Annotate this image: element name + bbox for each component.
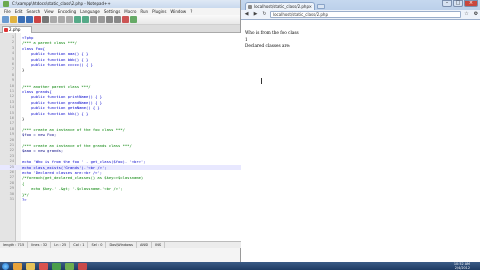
menu-encoding[interactable]: Encoding (56, 8, 78, 15)
notepadpp-icon (3, 1, 9, 7)
back-arrow-icon[interactable]: ◀ (243, 11, 250, 18)
status-col: Col : 1 (70, 242, 89, 248)
status-eol: Dos\Windows (106, 242, 137, 248)
unsaved-icon (4, 28, 8, 32)
new-tab-button[interactable] (317, 4, 325, 9)
code-editor[interactable]: 1 <?php 2/*** a parent class ***/3 class Fo… (0, 33, 241, 241)
start-button[interactable] (2, 262, 9, 270)
menu-bar: File Edit Search View Encoding Language … (0, 8, 240, 15)
output-line-1: Who is from the foo class (245, 30, 299, 35)
tab-label: 2.php (9, 27, 21, 32)
close-tab-icon[interactable]: × (309, 3, 312, 10)
notepadpp-taskbar-icon[interactable] (65, 262, 74, 270)
status-line: Ln : 25 (51, 242, 71, 248)
system-clock[interactable]: 10:52 AM 2/4/2012 (454, 262, 470, 270)
notepadpp-window: C:\xampp\htdocs\static_class\2.php - Not… (0, 0, 241, 262)
text-cursor-icon (261, 78, 263, 84)
browser-toolbar: ◀ ▶ ↻ localhost/static_class/2.php ☆ ⚙ (241, 10, 480, 20)
star-icon[interactable]: ☆ (463, 11, 470, 18)
paste-icon[interactable] (66, 16, 73, 23)
address-bar[interactable]: localhost/static_class/2.php (270, 11, 461, 18)
npp-title-bar: C:\xampp\htdocs\static_class\2.php - Not… (0, 0, 240, 8)
undo-icon[interactable] (74, 16, 81, 23)
npp-title-text: C:\xampp\htdocs\static_class\2.php - Not… (12, 1, 111, 6)
npp-status-bar: length : 715 lines : 32 Ln : 25 Col : 1 … (0, 241, 241, 248)
open-file-icon[interactable] (10, 16, 17, 23)
close-file-icon[interactable] (34, 16, 41, 23)
menu-macro[interactable]: Macro (122, 8, 138, 15)
menu-plugins[interactable]: Plugins (150, 8, 168, 15)
menu-file[interactable]: File (2, 8, 13, 15)
browser-tab[interactable]: localhost/static_class/2.php × (245, 2, 315, 10)
menu-view[interactable]: View (42, 8, 56, 15)
code-text: ?> (22, 197, 27, 202)
status-mode: INS (152, 242, 166, 248)
minimize-button[interactable]: – (442, 0, 452, 7)
npp-tab-bar: 2.php (0, 25, 240, 33)
cut-icon[interactable] (50, 16, 57, 23)
menu-run[interactable]: Run (138, 8, 150, 15)
line-number: 31 (9, 197, 14, 201)
new-file-icon[interactable] (2, 16, 9, 23)
code-line[interactable]: 31 ?> (0, 197, 241, 202)
menu-language[interactable]: Language (78, 8, 102, 15)
menu-settings[interactable]: Settings (102, 8, 122, 15)
replace-icon[interactable] (98, 16, 105, 23)
browser-tab-title: localhost/static_class/2.php (254, 4, 309, 9)
close-window-button[interactable]: × (464, 0, 478, 7)
wrench-icon[interactable]: ⚙ (472, 11, 480, 18)
browser-window: localhost/static_class/2.php × – □ × ◀ ▶… (241, 0, 480, 262)
zoom-in-icon[interactable] (106, 16, 113, 23)
zoom-out-icon[interactable] (114, 16, 121, 23)
page-content: Who is from the foo class 1 Declared cla… (245, 30, 299, 50)
ie-taskbar-icon[interactable] (13, 262, 22, 270)
app-taskbar-icon[interactable] (78, 262, 87, 270)
tab-2-php[interactable]: 2.php (2, 26, 32, 33)
print-icon[interactable] (42, 16, 49, 23)
window-controls: – □ × (442, 0, 478, 7)
clock-date: 2/4/2012 (454, 266, 470, 270)
reload-icon[interactable]: ↻ (261, 11, 268, 18)
forward-arrow-icon[interactable]: ▶ (252, 11, 259, 18)
maximize-button[interactable]: □ (453, 0, 463, 7)
menu-edit[interactable]: Edit (13, 8, 25, 15)
menu-window[interactable]: Window (168, 8, 188, 15)
menu-search[interactable]: Search (24, 8, 42, 15)
status-encoding: ANSI (137, 242, 153, 248)
page-favicon-icon (248, 4, 252, 9)
menu-help[interactable]: ? (188, 8, 194, 15)
status-sel: Sel : 0 (88, 242, 107, 248)
find-icon[interactable] (90, 16, 97, 23)
redo-icon[interactable] (82, 16, 89, 23)
output-line-3: Declared classes are: (245, 43, 291, 48)
save-all-icon[interactable] (26, 16, 33, 23)
status-lines: lines : 32 (28, 242, 52, 248)
npp-toolbar (0, 15, 240, 25)
chrome-taskbar-icon[interactable] (52, 262, 61, 270)
record-macro-icon[interactable] (122, 16, 129, 23)
status-length: length : 715 (0, 242, 29, 248)
media-taskbar-icon[interactable] (39, 262, 48, 270)
explorer-taskbar-icon[interactable] (26, 262, 35, 270)
play-macro-icon[interactable] (130, 16, 137, 23)
taskbar: 10:52 AM 2/4/2012 (0, 262, 480, 270)
save-icon[interactable] (18, 16, 25, 23)
copy-icon[interactable] (58, 16, 65, 23)
